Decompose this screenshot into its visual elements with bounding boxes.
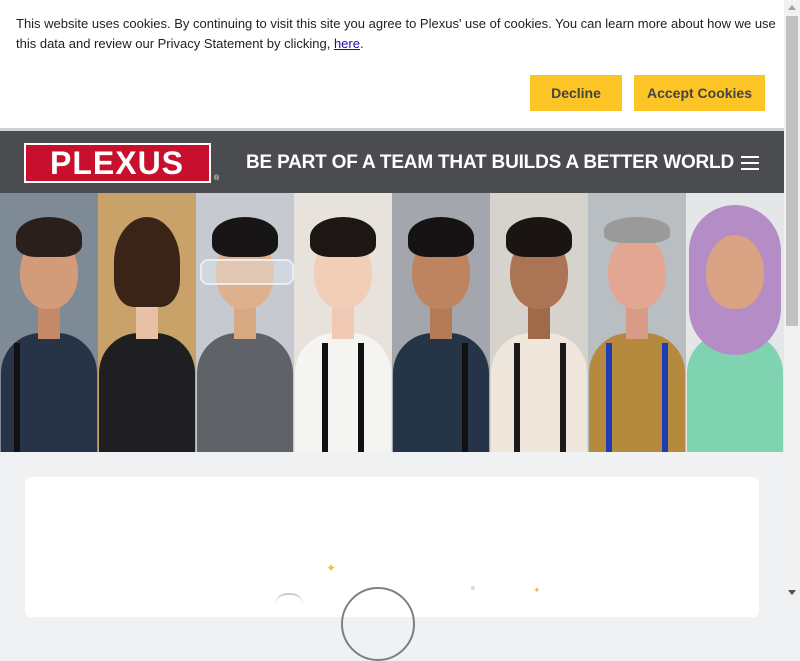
scrollbar-thumb[interactable] <box>786 16 798 326</box>
employee-portrait <box>196 193 294 452</box>
content-card: ✦ ✦ <box>25 477 759 661</box>
employee-portrait <box>98 193 196 452</box>
registered-mark: ® <box>214 175 220 182</box>
cloud-icon <box>275 593 303 605</box>
sparkle-icon: ✦ <box>533 585 541 595</box>
plexus-logo-mark: PLEXUS <box>50 145 184 181</box>
employee-portrait <box>588 193 686 452</box>
safety-goggles <box>200 259 294 285</box>
hamburger-menu-icon[interactable] <box>741 156 759 170</box>
privacy-link[interactable]: here <box>334 36 360 51</box>
plexus-logo[interactable]: PLEXUS <box>24 143 211 183</box>
logo-text: PLEXUS <box>50 145 184 181</box>
employee-portrait <box>392 193 490 452</box>
employee-portrait <box>686 193 784 452</box>
site-header: PLEXUS ® BE PART OF A TEAM THAT BUILDS A… <box>0 131 784 193</box>
cookie-message-text: This website uses cookies. By continuing… <box>16 16 776 51</box>
scroll-down-arrow-icon[interactable] <box>788 590 796 595</box>
employee-portrait <box>0 193 98 452</box>
cookie-message-suffix: . <box>359 36 364 51</box>
page-scrollbar[interactable] <box>784 0 800 600</box>
hero-banner <box>0 193 784 452</box>
illustration-circle <box>341 587 415 661</box>
employee-portrait <box>490 193 588 452</box>
employee-portrait <box>294 193 392 452</box>
cookie-message: This website uses cookies. By continuing… <box>16 14 776 54</box>
sparkle-icon: ✦ <box>326 561 337 575</box>
cookie-banner: This website uses cookies. By continuing… <box>0 0 784 128</box>
decorative-dot <box>471 586 475 590</box>
decline-button[interactable]: Decline <box>530 75 622 111</box>
accept-cookies-button[interactable]: Accept Cookies <box>634 75 765 111</box>
scroll-up-arrow-icon[interactable] <box>788 5 796 10</box>
header-tagline: BE PART OF A TEAM THAT BUILDS A BETTER W… <box>246 152 734 173</box>
